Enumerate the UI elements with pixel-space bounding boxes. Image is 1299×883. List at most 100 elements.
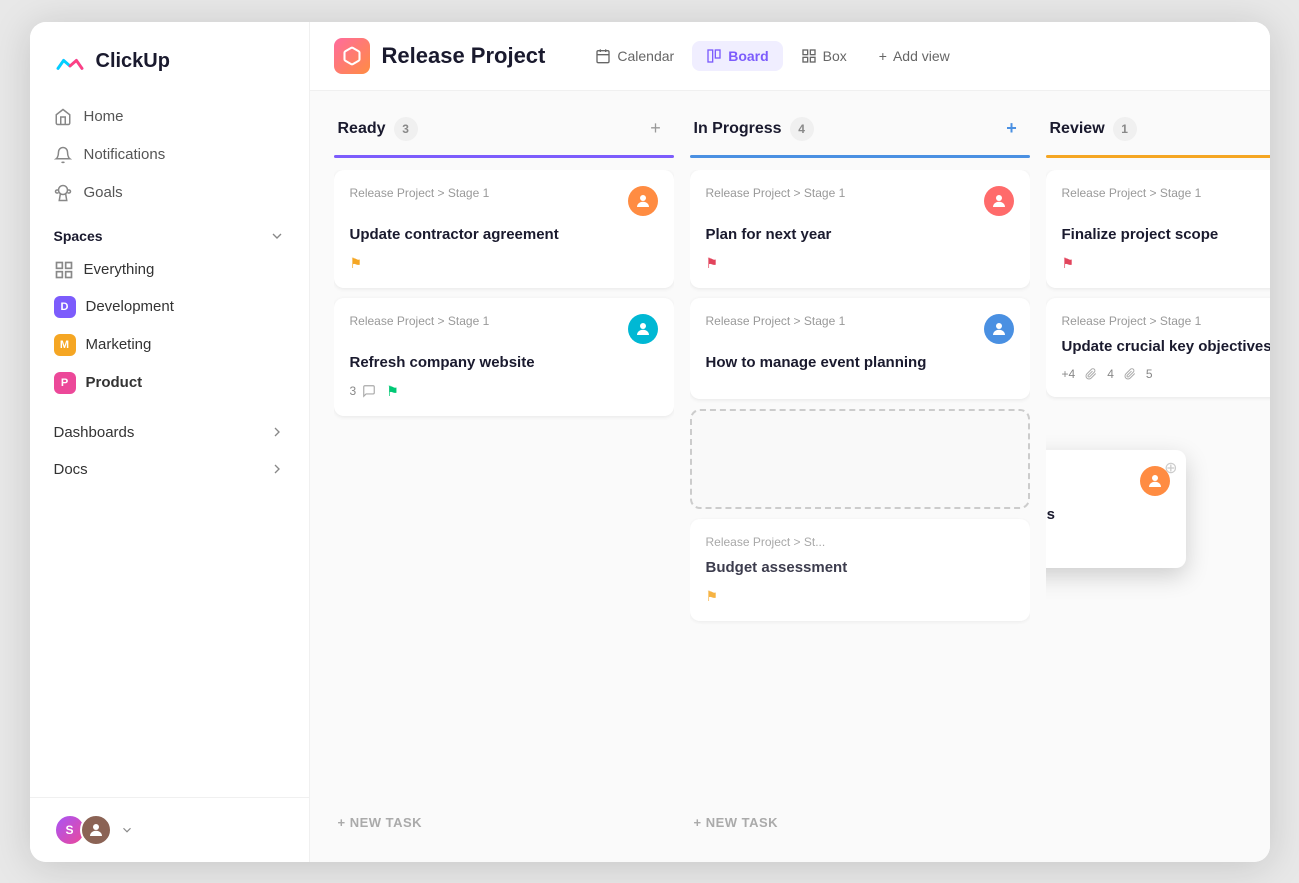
flag-red-7: ⚑ [1062,255,1075,272]
space-product[interactable]: P Product [42,364,297,402]
space-everything-label: Everything [84,261,155,278]
column-ready-title: Ready [338,120,386,138]
column-ready-cards: Release Project > Stage 1 Update contrac… [334,170,674,795]
chevron-down-footer-icon[interactable] [120,823,134,837]
board-icon [706,48,722,64]
project-name: Release Project [382,43,546,69]
column-review-header: Review 1 + [1046,115,1270,143]
card-header-2: Release Project > Stage 1 [350,314,658,344]
card-header-7: Release Project > Stage 1 [1062,186,1270,216]
column-in-progress-divider [690,155,1030,158]
card-title-8: Update crucial key objectives [1062,336,1270,357]
flag-green: ⚑ [386,383,399,400]
flag-red-3: ⚑ [706,255,719,272]
task-card-placeholder [690,409,1030,509]
box-icon [801,48,817,64]
card-avatar-4 [984,314,1014,344]
new-task-ready-button[interactable]: + NEW TASK [334,807,674,838]
column-ready: Ready 3 + Release Project > Stage 1 [334,115,674,838]
space-everything[interactable]: Everything [42,252,297,288]
sidebar: ClickUp Home Notifications [30,22,310,862]
column-ready-count: 3 [394,117,418,141]
task-card-refresh-website[interactable]: Release Project > Stage 1 Refresh compan… [334,298,674,416]
view-calendar[interactable]: Calendar [581,41,688,71]
dashboards-item[interactable]: Dashboards [42,414,297,451]
sidebar-footer: S [30,797,309,862]
card-header-3: Release Project > Stage 1 [706,186,1014,216]
paperclip-icon [1085,368,1097,380]
new-task-inprogress-button[interactable]: + NEW TASK [690,807,1030,838]
card-footer: ⚑ [350,255,658,272]
header-views: Calendar Board Box + Add view [581,41,963,71]
comment-icon [362,384,376,398]
task-card-budget[interactable]: Release Project > St... Budget assessmen… [690,519,1030,621]
nav-home-label: Home [84,108,124,125]
column-review-title-area: Review 1 [1050,117,1137,141]
view-board[interactable]: Board [692,41,782,71]
project-title-area: Release Project [334,38,546,74]
space-development-dot: D [54,296,76,318]
space-marketing-dot: M [54,334,76,356]
card-project-2: Release Project > Stage 1 [350,314,490,328]
card-header-6: Release Project > St... [706,535,1014,549]
task-card-event-planning[interactable]: Release Project > Stage 1 How to manage … [690,298,1030,399]
main-header: Release Project Calendar Board [310,22,1270,91]
bell-icon [54,146,72,164]
task-card-finalize-scope[interactable]: Release Project > Stage 1 Finalize proje… [1046,170,1270,288]
column-in-progress-cards: Release Project > Stage 1 Plan for next … [690,170,1030,795]
column-review-title: Review [1050,120,1105,138]
extra-count: +4 [1062,367,1076,381]
column-in-progress-add-button[interactable]: + [998,115,1026,143]
add-view-button[interactable]: + Add view [865,41,964,71]
avatar-stack: S [54,814,112,846]
view-calendar-label: Calendar [617,48,674,64]
view-box[interactable]: Box [787,41,861,71]
space-marketing[interactable]: M Marketing [42,326,297,364]
card-project-6: Release Project > St... [706,535,826,549]
app-container: ClickUp Home Notifications [30,22,1270,862]
column-review-count: 1 [1113,117,1137,141]
card-header-4: Release Project > Stage 1 [706,314,1014,344]
docs-item[interactable]: Docs [42,451,297,488]
trophy-icon [54,184,72,202]
flag-icon: ⚑ [350,255,363,272]
space-development[interactable]: D Development [42,288,297,326]
task-card-update-contractor[interactable]: Release Project > Stage 1 Update contrac… [334,170,674,288]
column-ready-header: Ready 3 + [334,115,674,143]
nav-home[interactable]: Home [42,98,297,136]
card-footer-8: +4 4 5 [1062,367,1270,381]
card-title-6: Budget assessment [706,557,1014,578]
column-in-progress-title-area: In Progress 4 [694,117,814,141]
nav-notifications[interactable]: Notifications [42,136,297,174]
project-icon [334,38,370,74]
floating-task-card[interactable]: ⊕ Release Project > Stage 1 Gather key r… [1046,450,1186,568]
chevron-down-icon[interactable] [269,228,285,244]
chevron-right-icon-docs [269,461,285,477]
avatar-person [80,814,112,846]
space-marketing-label: Marketing [86,336,152,353]
bottom-section: Dashboards Docs [30,406,309,496]
column-review: Review 1 + Release Project > Stage 1 [1046,115,1270,838]
column-review-divider [1046,155,1270,158]
card-header-8: Release Project > Stage 1 [1062,314,1270,328]
add-view-label: Add view [893,48,950,64]
new-task-inprogress-label: + NEW TASK [694,815,779,830]
column-in-progress-title: In Progress [694,120,782,138]
card-title-3: Plan for next year [706,224,1014,245]
view-box-label: Box [823,48,847,64]
drag-handle[interactable]: ⊕ [1164,458,1177,478]
task-card-update-objectives[interactable]: Release Project > Stage 1 Update crucial… [1046,298,1270,397]
card-project-7: Release Project > Stage 1 [1062,186,1202,200]
card-project: Release Project > Stage 1 [350,186,490,200]
floating-card-header: Release Project > Stage 1 [1046,466,1170,496]
column-ready-add-button[interactable]: + [642,115,670,143]
nav-goals[interactable]: Goals [42,174,297,212]
card-header: Release Project > Stage 1 [350,186,658,216]
flag-orange-6: ⚑ [706,588,719,605]
comment-count: 3 [350,384,357,398]
card-project-4: Release Project > Stage 1 [706,314,846,328]
card-project-3: Release Project > Stage 1 [706,186,846,200]
task-card-plan-next-year[interactable]: Release Project > Stage 1 Plan for next … [690,170,1030,288]
card-title-4: How to manage event planning [706,352,1014,373]
grid-icon [54,260,74,280]
